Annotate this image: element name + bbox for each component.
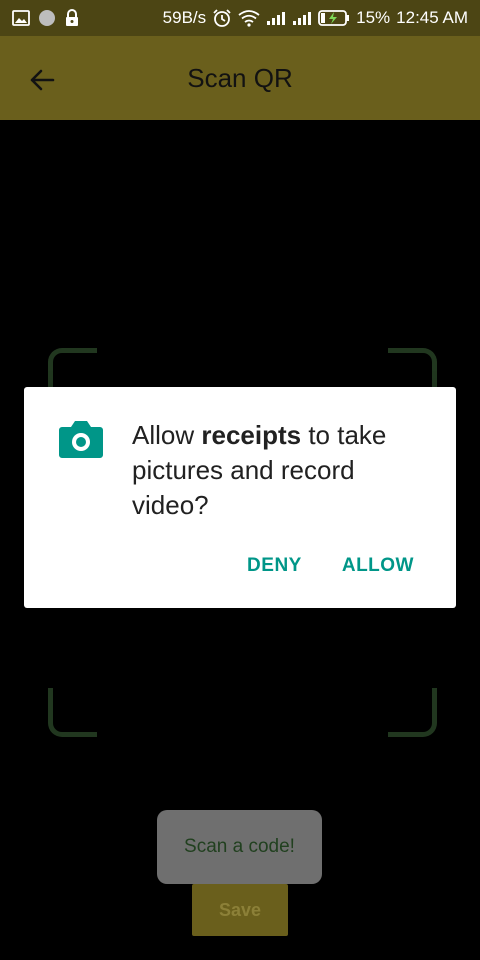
app-bar: Scan QR — [0, 36, 480, 120]
alarm-icon — [212, 8, 232, 28]
permission-message: Allow receipts to take pictures and reco… — [132, 418, 432, 523]
app-name: receipts — [201, 420, 302, 450]
camera-icon — [58, 419, 104, 459]
clock: 12:45 AM — [396, 8, 468, 27]
scanner-frame-corner-bottom-left — [48, 688, 97, 737]
image-icon — [12, 10, 30, 26]
allow-button[interactable]: ALLOW — [342, 555, 414, 577]
network-speed: 59B/s — [162, 8, 207, 27]
signal-icon — [266, 10, 286, 26]
camera-permission-dialog: Allow receipts to take pictures and reco… — [24, 387, 456, 608]
battery-charging-icon — [318, 9, 350, 27]
battery-percent: 15% — [356, 8, 391, 27]
message-prefix: Allow — [132, 420, 202, 450]
dialog-actions: DENY ALLOW — [247, 555, 414, 577]
status-left-icons — [0, 9, 80, 27]
wifi-icon — [238, 9, 260, 27]
toast-message: Scan a code! — [157, 810, 322, 884]
save-button[interactable]: Save — [192, 884, 288, 936]
signal-icon — [292, 10, 312, 26]
page-title: Scan QR — [187, 63, 293, 93]
lock-icon — [64, 9, 80, 27]
scanner-frame-corner-bottom-right — [388, 688, 437, 737]
circle-icon — [38, 9, 56, 27]
deny-button[interactable]: DENY — [247, 555, 302, 577]
scan-qr-screen: 59B/s 15% 12:45 AM Scan QR Allow receipt… — [0, 0, 480, 960]
status-right-icons: 59B/s 15% 12:45 AM — [163, 8, 480, 28]
status-bar: 59B/s 15% 12:45 AM — [0, 0, 480, 36]
